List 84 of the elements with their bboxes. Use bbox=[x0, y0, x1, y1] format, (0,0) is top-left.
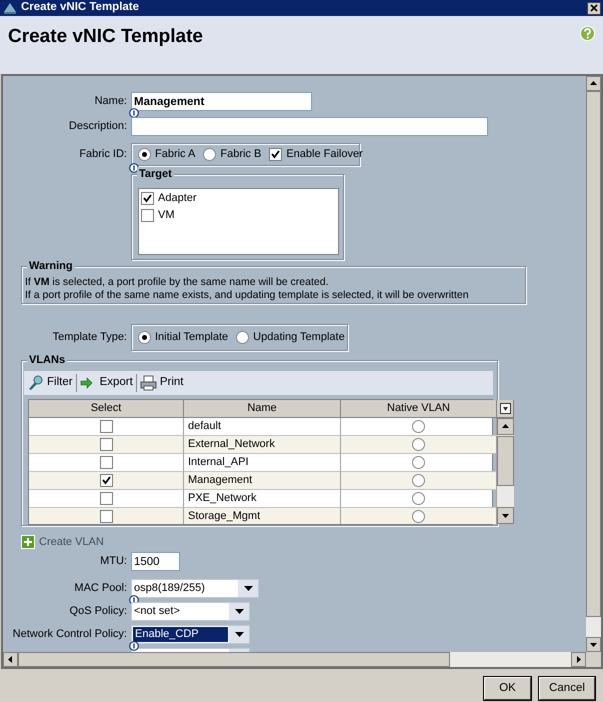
group-title: Warning bbox=[27, 259, 75, 273]
field-label: Description: bbox=[68, 120, 128, 134]
checkbox[interactable] bbox=[141, 192, 154, 205]
list-item[interactable]: VM bbox=[158, 208, 174, 222]
table-cell: Management bbox=[184, 472, 341, 490]
cancel-button[interactable]: Cancel bbox=[539, 677, 595, 700]
scroll-down-icon bbox=[586, 637, 601, 652]
table-cell: Storage_Mgmt bbox=[184, 508, 341, 524]
create-vlan-link[interactable]: Create VLAN bbox=[39, 536, 104, 549]
text-field[interactable]: Management bbox=[131, 92, 312, 111]
column-header[interactable]: Select bbox=[29, 400, 184, 418]
app-icon bbox=[3, 2, 17, 14]
radio-button[interactable] bbox=[236, 331, 250, 344]
scrollbar-corner bbox=[586, 652, 601, 667]
window-title: Create vNIC Template bbox=[21, 1, 140, 15]
table-cell: External_Network bbox=[184, 436, 341, 454]
scroll-right-icon bbox=[571, 652, 586, 667]
close-icon bbox=[590, 4, 598, 12]
caret-icon bbox=[244, 586, 252, 592]
field-label: MTU: bbox=[99, 555, 128, 568]
warning-text: If VM is selected, a port profile by the same name will be created. bbox=[25, 276, 328, 289]
help-icon bbox=[580, 26, 595, 41]
warning-text: If a port profile of the same name exists, and updating template is selected, it will be overwritten bbox=[25, 288, 469, 302]
option-label: Fabric A bbox=[155, 148, 196, 162]
list-item[interactable]: Adapter bbox=[158, 192, 197, 206]
field-label: Fabric ID: bbox=[78, 148, 128, 162]
dropdown-field[interactable]: <not set> bbox=[131, 602, 250, 622]
field-label: Network Control Policy: bbox=[12, 628, 128, 642]
radio-button[interactable] bbox=[412, 420, 425, 434]
close-button[interactable] bbox=[587, 2, 601, 14]
scroll-up-icon bbox=[497, 418, 514, 436]
text-field[interactable] bbox=[131, 117, 488, 136]
column-chooser-button[interactable] bbox=[497, 400, 514, 418]
dropdown-field[interactable]: Enable_CDP bbox=[131, 625, 250, 644]
filter-button[interactable]: Filter bbox=[24, 371, 76, 396]
field-label: MAC Pool: bbox=[73, 582, 128, 596]
scroll-down-icon bbox=[497, 507, 514, 524]
scroll-thumb[interactable] bbox=[497, 436, 514, 486]
scroll-up-icon bbox=[586, 76, 601, 91]
plus-icon bbox=[21, 535, 35, 550]
caret-icon bbox=[234, 609, 244, 614]
checkbox[interactable] bbox=[100, 492, 112, 506]
field-label: Name: bbox=[94, 94, 128, 108]
scroll-left-icon bbox=[3, 652, 18, 667]
checkbox[interactable] bbox=[100, 420, 112, 434]
radio-button[interactable] bbox=[412, 492, 425, 506]
radio-button[interactable] bbox=[412, 510, 425, 524]
text-field[interactable]: 1500 bbox=[131, 552, 180, 572]
checkbox[interactable] bbox=[141, 209, 154, 222]
group-title: Target bbox=[137, 167, 174, 181]
option-label: Fabric B bbox=[220, 148, 262, 162]
printer-icon bbox=[140, 375, 157, 392]
checkbox[interactable] bbox=[100, 456, 112, 470]
scroll-bar[interactable] bbox=[1, 652, 603, 669]
option-label: Updating Template bbox=[253, 331, 345, 344]
checkbox[interactable] bbox=[100, 474, 112, 488]
columns-icon bbox=[500, 402, 510, 414]
checkbox[interactable] bbox=[100, 510, 112, 524]
check-icon bbox=[143, 194, 152, 203]
radio-button[interactable] bbox=[138, 148, 151, 161]
checkbox[interactable] bbox=[269, 148, 282, 161]
page-title: Create vNIC Template bbox=[8, 26, 203, 49]
radio-button[interactable] bbox=[412, 456, 425, 470]
field-label: QoS Policy: bbox=[68, 605, 128, 618]
checkbox[interactable] bbox=[100, 438, 112, 452]
scroll-bar[interactable] bbox=[497, 418, 514, 524]
export-button[interactable]: Export bbox=[76, 371, 136, 396]
magnifier-icon bbox=[27, 375, 44, 392]
dropdown-field[interactable]: osp8(189/255) bbox=[131, 579, 259, 598]
column-header[interactable]: Name bbox=[184, 400, 341, 418]
column-header[interactable]: Native VLAN bbox=[341, 400, 497, 418]
radio-button[interactable] bbox=[412, 474, 425, 488]
check-icon bbox=[102, 476, 110, 486]
radio-button[interactable] bbox=[138, 331, 151, 344]
scroll-thumb[interactable] bbox=[18, 652, 450, 667]
caret-icon bbox=[234, 632, 244, 638]
radio-button[interactable] bbox=[203, 148, 216, 161]
radio-button[interactable] bbox=[412, 438, 425, 452]
print-button[interactable]: Print bbox=[136, 371, 186, 396]
option-label: Initial Template bbox=[155, 331, 228, 344]
field-label: Template Type: bbox=[52, 331, 128, 344]
option-label: Enable Failover bbox=[286, 148, 363, 162]
ok-button[interactable]: OK bbox=[484, 677, 531, 700]
check-icon bbox=[271, 150, 280, 159]
